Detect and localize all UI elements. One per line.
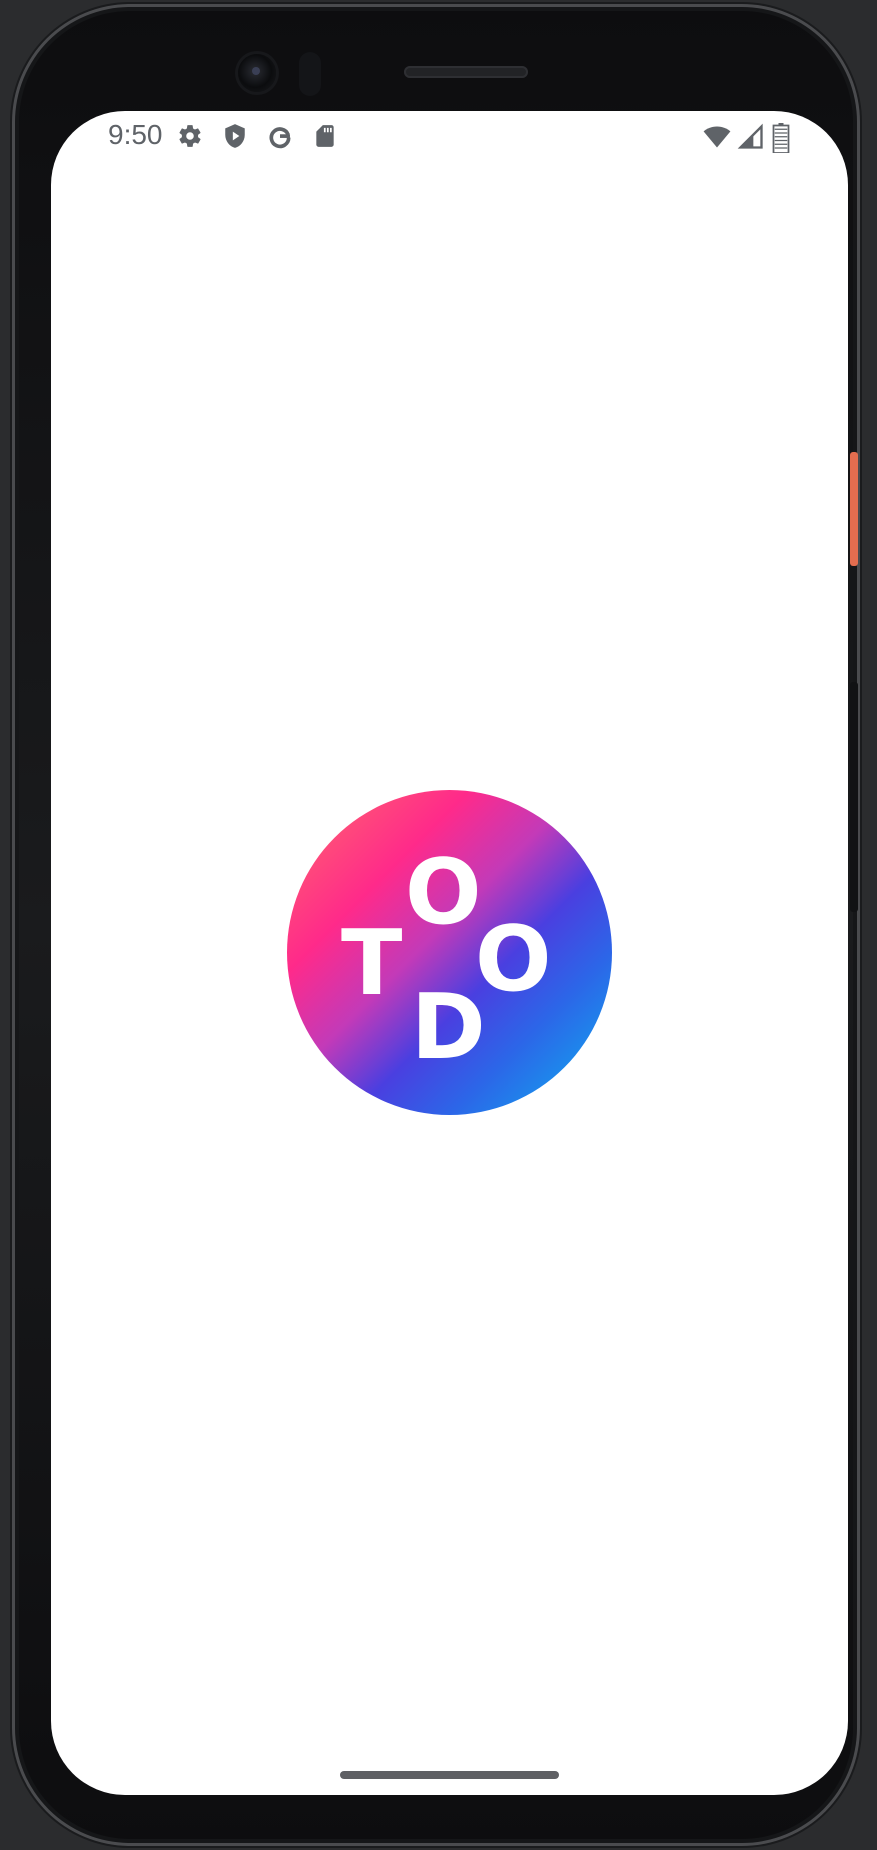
logo-letter-d: D <box>411 975 486 1080</box>
proximity-sensor <box>299 52 321 96</box>
wifi-icon <box>703 126 731 148</box>
logo-letter-o-right: O <box>475 907 552 1012</box>
status-bar: 9:50 <box>51 111 848 167</box>
status-time: 9:50 <box>108 119 163 150</box>
cell-signal-icon <box>737 123 763 149</box>
power-button <box>850 452 858 566</box>
logo-letter-t: T <box>341 911 403 1016</box>
app-logo: T O O D <box>287 790 612 1115</box>
sd-card-icon <box>316 125 334 147</box>
gear-icon <box>179 125 201 147</box>
shield-play-icon <box>225 124 245 148</box>
front-camera <box>238 54 276 92</box>
screen: 9:50 T O O D <box>51 111 848 1795</box>
volume-button <box>850 682 858 912</box>
google-icon <box>269 127 291 149</box>
battery-icon <box>772 123 790 153</box>
home-indicator[interactable] <box>340 1771 559 1779</box>
phone-frame: 9:50 T O O D <box>12 4 860 1846</box>
logo-letter-o-top: O <box>405 840 482 945</box>
earpiece-speaker <box>404 66 528 78</box>
